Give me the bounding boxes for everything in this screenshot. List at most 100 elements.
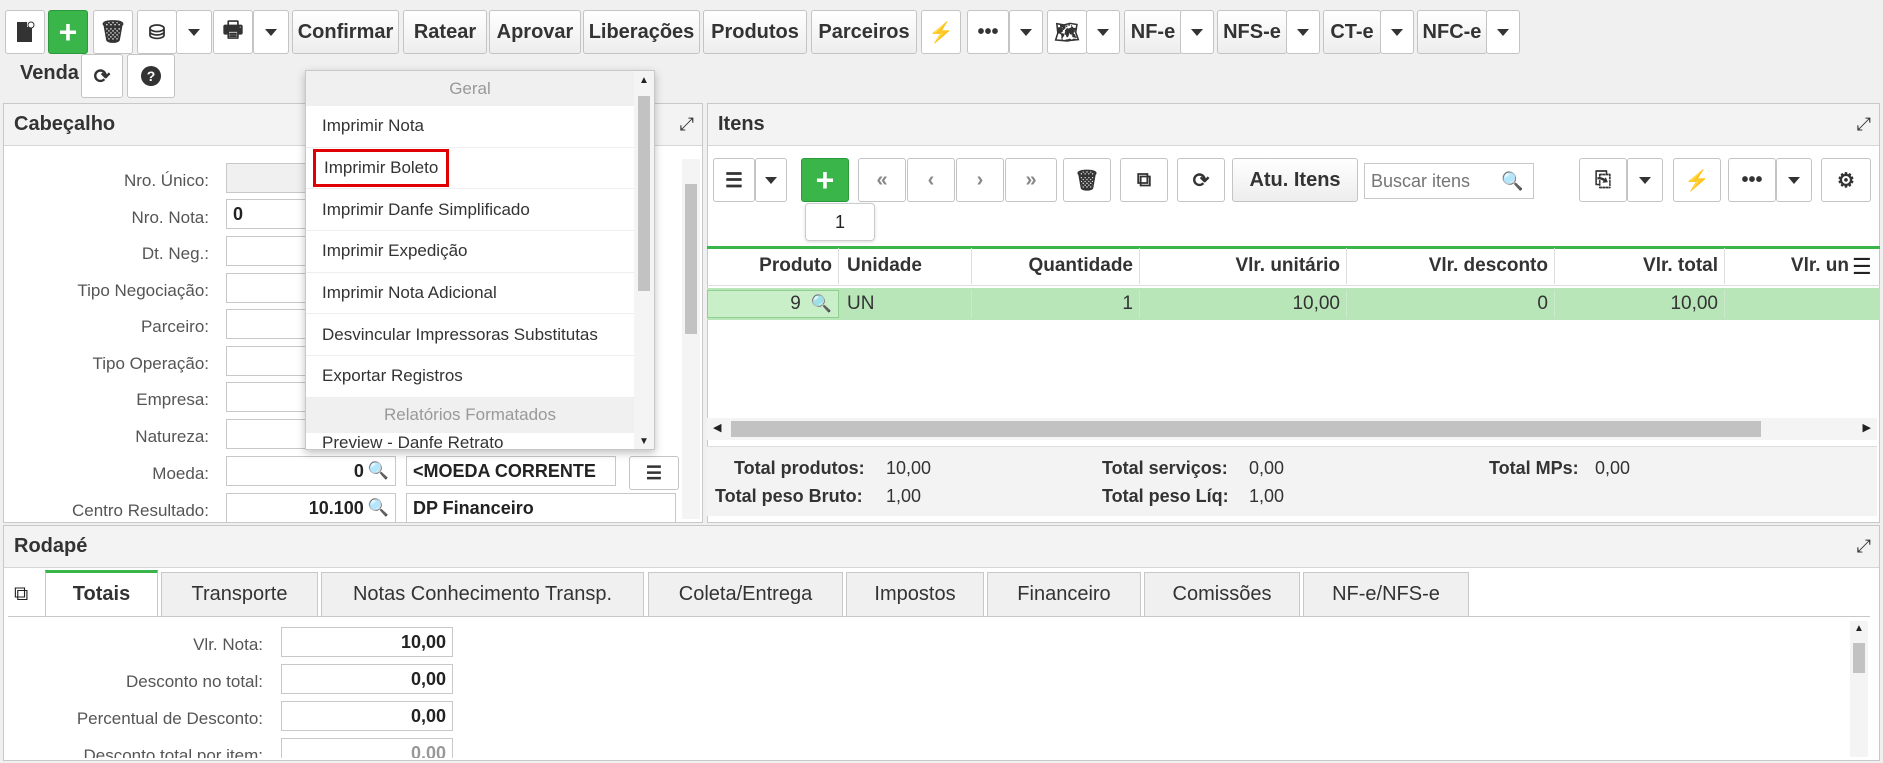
delete-item-button[interactable]: 🗑: [1063, 158, 1111, 202]
tab-financeiro[interactable]: Financeiro: [987, 572, 1141, 616]
cte-dropdown[interactable]: [1380, 10, 1414, 54]
menu-item-desvincular-impressoras[interactable]: Desvincular Impressoras Substitutas: [306, 314, 634, 357]
add-button[interactable]: +: [48, 10, 88, 54]
col-header-vlr-un[interactable]: Vlr. un: [1725, 248, 1855, 284]
help-button[interactable]: ?: [127, 54, 175, 98]
moeda-input[interactable]: 0 🔍: [226, 456, 396, 486]
scroll-left-arrow[interactable]: ◀: [713, 421, 721, 434]
map-dropdown[interactable]: [1086, 10, 1120, 54]
prev-page-button[interactable]: ‹: [907, 158, 955, 202]
nfce-button[interactable]: NFC-e: [1417, 10, 1487, 54]
nfce-dropdown[interactable]: [1486, 10, 1520, 54]
list-view-button[interactable]: ☰: [713, 158, 755, 202]
menu-item-imprimir-expedicao[interactable]: Imprimir Expedição: [306, 231, 634, 273]
tab-notas-conhecimento[interactable]: Notas Conhecimento Transp.: [321, 572, 644, 616]
search-items-input[interactable]: [1371, 170, 1501, 192]
last-page-button[interactable]: »: [1005, 158, 1057, 202]
menu-item-exportar-registros[interactable]: Exportar Registros: [306, 356, 634, 398]
search-icon[interactable]: 🔍: [1501, 171, 1523, 192]
search-database-button[interactable]: ⛁: [137, 10, 177, 54]
col-header-vlr-total[interactable]: Vlr. total: [1555, 248, 1725, 284]
tab-comissoes[interactable]: Comissões: [1144, 572, 1300, 616]
ratear-button[interactable]: Ratear: [403, 10, 487, 54]
col-header-vlr-desconto[interactable]: Vlr. desconto: [1347, 248, 1555, 284]
search-database-dropdown[interactable]: [176, 10, 212, 54]
vlr-nota-input[interactable]: 10,00: [281, 627, 453, 657]
col-header-quantidade[interactable]: Quantidade: [972, 248, 1140, 284]
cell-produto[interactable]: 9 🔍: [707, 290, 839, 318]
confirm-button[interactable]: Confirmar: [292, 10, 399, 54]
item-settings-button[interactable]: ⚙: [1821, 158, 1871, 202]
menu-item-imprimir-nota-adicional[interactable]: Imprimir Nota Adicional: [306, 273, 634, 315]
print-button[interactable]: 🖶: [213, 10, 253, 54]
scroll-up-arrow[interactable]: ▲: [639, 75, 649, 86]
new-document-button[interactable]: [5, 10, 45, 54]
refresh-clock-button[interactable]: ⟳: [81, 54, 123, 98]
nfse-dropdown[interactable]: [1286, 10, 1320, 54]
actions-button[interactable]: ⚡: [921, 10, 961, 54]
cell-unidade[interactable]: UN: [839, 290, 972, 318]
rodape-scrollbar[interactable]: ▲: [1850, 621, 1868, 757]
nfe-dropdown[interactable]: [1180, 10, 1214, 54]
column-menu-icon[interactable]: ☰: [1852, 254, 1872, 280]
col-header-vlr-unitario[interactable]: Vlr. unitário: [1140, 248, 1347, 284]
menu-item-preview-danfe[interactable]: Preview - Danfe Retrato: [306, 433, 634, 449]
liberacoes-button[interactable]: Liberações: [583, 10, 700, 54]
scroll-up-arrow[interactable]: ▲: [1854, 623, 1864, 634]
cell-quantidade[interactable]: 1: [972, 290, 1140, 318]
nfse-button[interactable]: NFS-e: [1217, 10, 1287, 54]
tab-impostos[interactable]: Impostos: [846, 572, 984, 616]
aprovar-button[interactable]: Aprovar: [489, 10, 581, 54]
desconto-total-input[interactable]: 0,00: [281, 664, 453, 694]
refresh-items-button[interactable]: ⟳: [1177, 158, 1225, 202]
tab-totais[interactable]: Totais: [45, 570, 158, 616]
col-header-unidade[interactable]: Unidade: [839, 248, 972, 284]
parceiros-button[interactable]: Parceiros: [811, 10, 917, 54]
item-more-dropdown[interactable]: [1776, 158, 1812, 202]
scroll-thumb[interactable]: [638, 96, 650, 291]
cell-vlr-total[interactable]: 10,00: [1555, 290, 1725, 318]
atu-itens-button[interactable]: Atu. Itens: [1232, 158, 1358, 202]
desconto-por-item-input[interactable]: 0,00: [281, 738, 453, 758]
menu-item-imprimir-nota[interactable]: Imprimir Nota: [306, 106, 634, 148]
search-icon[interactable]: 🔍: [368, 498, 389, 518]
item-actions-button[interactable]: ⚡: [1673, 158, 1721, 202]
scroll-thumb[interactable]: [685, 184, 697, 334]
tab-nfe-nfse[interactable]: NF-e/NFS-e: [1303, 572, 1469, 616]
delete-button[interactable]: 🗑: [93, 10, 133, 54]
scroll-right-arrow[interactable]: ▶: [1863, 421, 1871, 434]
scroll-thumb[interactable]: [1853, 643, 1865, 673]
export-button[interactable]: ⎘: [1579, 158, 1627, 202]
next-page-button[interactable]: ›: [956, 158, 1004, 202]
print-dropdown[interactable]: [253, 10, 289, 54]
map-button[interactable]: 🗺: [1047, 10, 1087, 54]
scroll-thumb[interactable]: [731, 421, 1761, 437]
search-items-field[interactable]: 🔍: [1364, 163, 1534, 199]
tab-coleta-entrega[interactable]: Coleta/Entrega: [648, 572, 843, 616]
cabecalho-scrollbar[interactable]: [682, 159, 700, 519]
item-more-button[interactable]: •••: [1728, 158, 1776, 202]
items-h-scrollbar[interactable]: ◀ ▶: [707, 418, 1877, 440]
add-item-button[interactable]: +: [801, 158, 849, 202]
menu-item-imprimir-boleto[interactable]: Imprimir Boleto: [306, 148, 634, 190]
tab-transporte[interactable]: Transporte: [161, 572, 318, 616]
percentual-desconto-input[interactable]: 0,00: [281, 701, 453, 731]
menu-scrollbar[interactable]: ▲ ▼: [634, 71, 654, 449]
copy-item-button[interactable]: ⧉: [1120, 158, 1168, 202]
search-icon[interactable]: 🔍: [811, 294, 832, 314]
moeda-lookup-button[interactable]: ☰: [629, 456, 679, 490]
menu-item-imprimir-danfe-simplificado[interactable]: Imprimir Danfe Simplificado: [306, 189, 634, 232]
list-view-dropdown[interactable]: [755, 158, 787, 202]
search-icon[interactable]: 🔍: [368, 461, 389, 481]
expand-icon[interactable]: ⤢: [680, 114, 694, 135]
expand-icon[interactable]: ⤢: [1857, 114, 1871, 135]
col-header-produto[interactable]: Produto: [707, 248, 839, 284]
scroll-down-arrow[interactable]: ▼: [639, 436, 649, 447]
more-dropdown[interactable]: [1009, 10, 1043, 54]
more-button[interactable]: •••: [967, 10, 1009, 54]
first-page-button[interactable]: «: [858, 158, 906, 202]
copy-icon[interactable]: ⧉: [14, 583, 28, 606]
cell-vlr-desconto[interactable]: 0: [1347, 290, 1555, 318]
cte-button[interactable]: CT-e: [1323, 10, 1381, 54]
centro-resultado-input[interactable]: 10.100 🔍: [226, 493, 396, 523]
